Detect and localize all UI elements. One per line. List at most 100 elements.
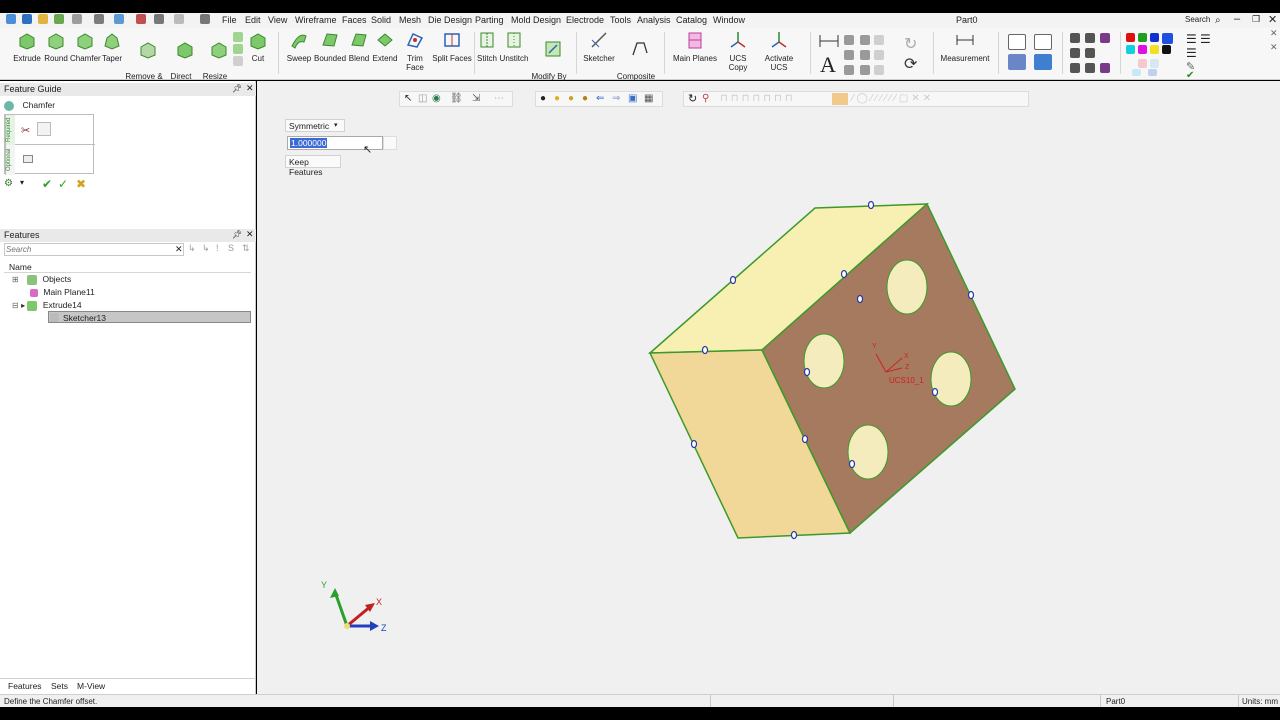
refresh-icon[interactable]: ↻	[904, 34, 917, 54]
color-swatch-yellow[interactable]	[1150, 45, 1159, 54]
color-swatch-light[interactable]	[1150, 59, 1159, 68]
zoom-all-icon[interactable]	[1034, 34, 1052, 50]
mark-icon[interactable]: !	[216, 243, 219, 253]
bulb-toggle-icon[interactable]: ●	[568, 93, 574, 104]
ribbon-close-icon[interactable]: ✕	[1270, 42, 1278, 53]
display-icon[interactable]	[94, 14, 104, 24]
dropdown-icon[interactable]: ▾	[20, 178, 24, 187]
cut-icon[interactable]	[136, 14, 146, 24]
select-chain-icon[interactable]: ⛓︎	[450, 93, 463, 104]
sketcher-button[interactable]: Sketcher	[582, 30, 616, 63]
color-swatch-magenta[interactable]	[1138, 45, 1147, 54]
datum-icon[interactable]	[844, 50, 854, 60]
tree-item-objects[interactable]: ⊞ Objects	[12, 274, 71, 285]
activate-ucs-button[interactable]: Activate UCS	[756, 30, 802, 72]
sort-order-icon[interactable]: ⇅	[242, 243, 250, 254]
sweep-button[interactable]: Sweep	[284, 30, 314, 63]
ribbon-close-icon[interactable]: ✕	[1270, 28, 1278, 39]
unstitch-button[interactable]: Unstitch	[498, 30, 530, 63]
menu-edit[interactable]: Edit	[245, 15, 261, 25]
angle-dim-icon[interactable]	[844, 35, 854, 45]
tab-m-view[interactable]: M-View	[77, 681, 105, 691]
measurement-button[interactable]: Measurement	[938, 30, 992, 63]
main-planes-button[interactable]: Main Planes	[670, 30, 720, 63]
search-input[interactable]	[6, 244, 166, 255]
hole-bottom[interactable]	[847, 424, 889, 480]
cut-button[interactable]: Cut	[246, 30, 270, 63]
layout-icon[interactable]	[1100, 33, 1110, 43]
clear-search-icon[interactable]: ✕	[175, 244, 183, 255]
taper-button[interactable]: Taper	[100, 30, 124, 63]
undo-icon[interactable]	[154, 14, 164, 24]
menu-faces[interactable]: Faces	[342, 15, 367, 25]
pin-icon[interactable]: 📌︎	[232, 230, 242, 239]
tab-sets[interactable]: Sets	[51, 681, 68, 691]
arrow-right-icon[interactable]: ⇒	[612, 93, 620, 104]
blend-button[interactable]: Blend	[346, 30, 372, 63]
pan-icon[interactable]	[1034, 54, 1052, 70]
tree-item-main-plane[interactable]: Main Plane11	[30, 287, 95, 297]
bounded-button[interactable]: Bounded	[314, 30, 346, 63]
split-faces-button[interactable]: Split Faces	[432, 30, 472, 63]
tab-features[interactable]: Features	[8, 681, 42, 691]
mode-dropdown[interactable]: Symmetric ▾	[285, 119, 345, 132]
filter-icon[interactable]: ↳	[188, 243, 196, 254]
import-icon[interactable]	[54, 14, 64, 24]
snap-active-icon[interactable]	[832, 93, 848, 105]
extend-button[interactable]: Extend	[372, 30, 398, 63]
bulb-on-icon[interactable]: ●	[554, 93, 560, 104]
menu-parting[interactable]: Parting	[475, 15, 504, 25]
color-swatch-lavender[interactable]	[1148, 69, 1157, 76]
restore-icon[interactable]: ❐	[1252, 14, 1260, 25]
check-style-icon[interactable]: ✔	[1186, 70, 1194, 81]
snap-options-icon[interactable]: ⊓⊓⊓⊓⊓⊓⊓	[720, 93, 796, 104]
menu-file[interactable]: File	[222, 15, 237, 25]
thicken-icon[interactable]	[233, 44, 243, 54]
color-swatch-current[interactable]	[1162, 33, 1173, 44]
color-swatch-green[interactable]	[1138, 33, 1147, 42]
options-table-icon[interactable]	[23, 155, 33, 163]
layout-icon[interactable]	[1070, 48, 1080, 58]
render-mode-icon[interactable]: ▦	[644, 93, 653, 104]
dimension-icon[interactable]	[818, 32, 840, 50]
keep-features-button[interactable]: Keep Features	[285, 155, 341, 177]
regenerate-icon[interactable]: ⟳	[904, 54, 917, 74]
arrow-left-icon[interactable]: ⇐	[596, 93, 604, 104]
chevron-down-icon[interactable]: ▾	[334, 121, 338, 129]
tab-required[interactable]: Required	[5, 115, 15, 145]
note-icon[interactable]	[874, 35, 884, 45]
tolerance-icon[interactable]	[860, 50, 870, 60]
color-swatch-pink[interactable]	[1138, 59, 1147, 68]
menu-analysis[interactable]: Analysis	[637, 15, 671, 25]
document-icon[interactable]	[200, 14, 210, 24]
color-swatch-blue[interactable]	[1150, 33, 1159, 42]
rollback-icon[interactable]: ▸	[21, 301, 25, 310]
redo-icon[interactable]	[174, 14, 184, 24]
shell-icon[interactable]	[233, 32, 243, 42]
symbol-icon[interactable]	[874, 65, 884, 75]
chamfer-button[interactable]: Chamfer	[70, 30, 101, 63]
open-folder-icon[interactable]	[38, 14, 48, 24]
tree-item-extrude[interactable]: ⊟ ▸ Extrude14	[12, 300, 82, 311]
select-arrow-icon[interactable]: ↖	[404, 93, 412, 104]
rotate-icon[interactable]: ↻	[688, 92, 697, 105]
apply-icon[interactable]: ✓	[58, 177, 68, 191]
view-3d-icon[interactable]	[1008, 54, 1026, 70]
color-swatch-cyan[interactable]	[1126, 45, 1135, 54]
expand-icon[interactable]: ⊞	[12, 275, 19, 284]
panel-close-icon[interactable]: ✕	[246, 83, 254, 94]
layout-icon[interactable]	[1070, 63, 1080, 73]
search-label[interactable]: Search	[1185, 15, 1210, 24]
select-box-icon[interactable]: ◫	[418, 93, 427, 104]
tab-optional[interactable]: Optional	[5, 145, 15, 175]
panel-close-icon[interactable]: ✕	[246, 229, 254, 240]
select-entity-icon[interactable]	[37, 122, 51, 136]
radius-dim-icon[interactable]	[860, 35, 870, 45]
zoom-window-icon[interactable]	[1008, 34, 1026, 50]
collapse-icon[interactable]: ⊟	[12, 301, 19, 310]
pin-icon[interactable]: 📌︎	[232, 84, 242, 93]
cancel-icon[interactable]: ✖	[76, 177, 86, 191]
menu-solid[interactable]: Solid	[371, 15, 391, 25]
graphics-viewport[interactable]: ↖ ◫ ◉ ⛓︎ ⇲ ⋯ ● ● ● ● ⇐ ⇒ ▣ ▦ ↻ ⚲ ⊓⊓⊓⊓⊓⊓⊓…	[257, 81, 1280, 694]
trim-face-button[interactable]: Trim Face	[398, 30, 432, 72]
